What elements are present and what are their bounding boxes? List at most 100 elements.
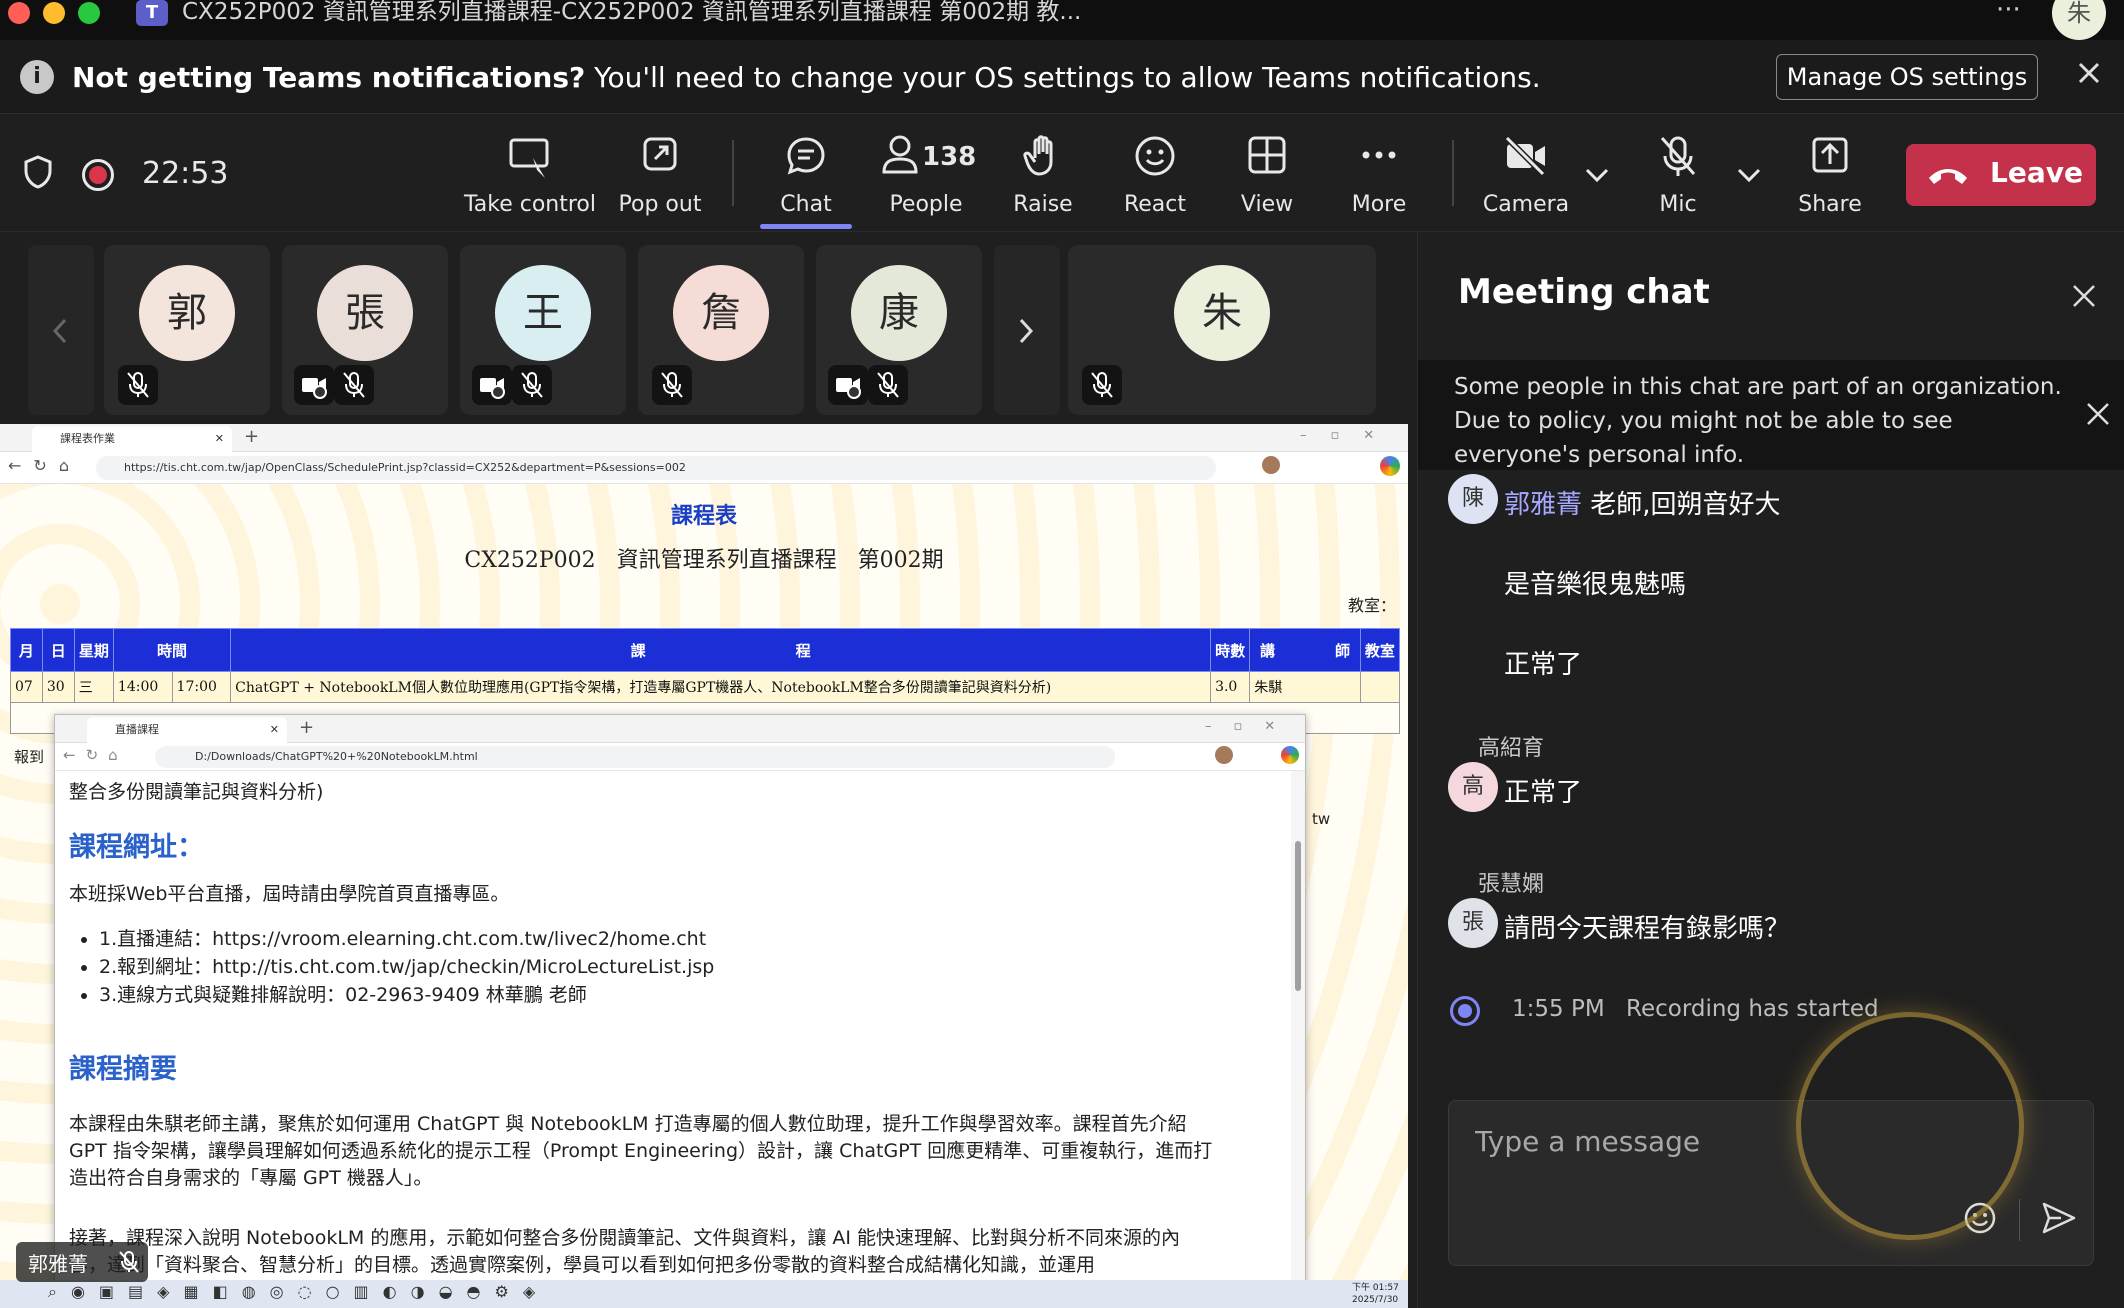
shield-icon[interactable] <box>22 154 54 194</box>
camera-button[interactable]: Camera <box>1476 134 1576 224</box>
participant-tile[interactable]: 康 <box>816 245 982 415</box>
take-control-button[interactable]: Take control <box>460 134 600 224</box>
maximize-window-button[interactable] <box>78 2 100 24</box>
copilot-icon[interactable] <box>1380 456 1400 476</box>
chat-button[interactable]: Chat <box>756 134 856 224</box>
inner-nav-icons[interactable]: ←↻⌂ <box>63 746 128 764</box>
chevron-right-icon <box>1019 318 1034 344</box>
speaker-name: 郭雅菁 <box>28 1252 88 1276</box>
table-cell: 14:00 <box>112 671 173 703</box>
sender-name[interactable]: 郭雅菁 <box>1504 490 1582 520</box>
copilot-icon[interactable] <box>1281 746 1299 764</box>
participant-tile[interactable]: 詹 <box>638 245 804 415</box>
participant-tile[interactable]: 張 <box>282 245 448 415</box>
inner-tab-title: 直播課程 <box>115 723 159 736</box>
browser-tab-title: 課程表作業 <box>60 432 115 445</box>
pop-out-button[interactable]: Pop out <box>610 134 710 224</box>
participant-tile[interactable]: 王 <box>460 245 626 415</box>
more-label: More <box>1351 192 1407 217</box>
scrollbar-thumb[interactable] <box>1295 841 1301 991</box>
summary-line-3: 造出符合自身需求的「專屬 GPT 機器人」。 <box>69 1167 433 1189</box>
pop-out-label: Pop out <box>618 192 702 217</box>
participants-prev-button[interactable] <box>28 245 94 415</box>
chat-message-text: 正常了 <box>1504 650 1583 680</box>
camera-options-chevron-down-icon[interactable] <box>1584 166 1610 188</box>
avatar: 康 <box>851 265 947 361</box>
table-cell: ChatGPT + NotebookLM個人數位助理應用(GPT指令架構，打造專… <box>230 671 1212 703</box>
table-header: 時數 <box>1210 628 1251 672</box>
inner-scrollbar[interactable] <box>1291 771 1305 1287</box>
avatar[interactable]: 高 <box>1448 762 1498 812</box>
leave-button[interactable]: Leave <box>1906 144 2096 206</box>
inner-url[interactable]: D:/Downloads/ChatGPT%20+%20NotebookLM.ht… <box>155 746 1115 768</box>
table-cell: 三 <box>73 671 114 703</box>
raise-label: Raise <box>1013 192 1073 217</box>
tab-close-icon[interactable]: ✕ <box>270 717 279 743</box>
system-message-text: Recording has started <box>1626 996 1879 1022</box>
people-button[interactable]: 138 People <box>866 134 986 224</box>
table-header: 課 程 <box>230 628 1212 672</box>
browser-nav-icons[interactable]: ←↻⌂ <box>8 456 81 475</box>
avatar[interactable]: 張 <box>1448 898 1498 948</box>
close-window-button[interactable] <box>8 2 30 24</box>
share-icon <box>1812 137 1848 173</box>
tab-close-icon[interactable]: ✕ <box>215 426 224 452</box>
send-icon[interactable] <box>2041 1201 2077 1239</box>
new-tab-icon[interactable]: + <box>244 426 259 447</box>
table-cell: 30 <box>41 671 75 703</box>
sender-name: 張慧嫻 <box>1478 872 1545 897</box>
summary-line-1: 本課程由朱騏老師主講，聚焦於如何運用 ChatGPT 與 NotebookLM … <box>69 1113 1187 1135</box>
browser-profile-icon[interactable] <box>1215 746 1233 764</box>
meeting-toolbar: 22:53 Take control Pop out Chat 138 Peop… <box>0 114 2124 232</box>
inner-browser-tab[interactable]: 直播課程 ✕ <box>87 717 287 743</box>
close-policy-icon[interactable] <box>2084 400 2112 432</box>
summary-line-5: 容，達到「資料聚合、智慧分析」的目標。透過實際案例，學員可以看到如何把多份零散的… <box>69 1254 1096 1276</box>
chat-message-text: 正常了 <box>1504 778 1583 808</box>
meeting-chat-panel: Meeting chat Some people in this chat ar… <box>1417 232 2124 1308</box>
browser-tab[interactable]: 課程表作業 ✕ <box>32 426 232 452</box>
window-controls[interactable]: –▫✕ <box>1300 428 1398 443</box>
chat-message-text: 是音樂很鬼魅嗎 <box>1504 570 1687 600</box>
participant-tile[interactable]: 郭 <box>104 245 270 415</box>
schedule-header-row: 月日星期 時間課 程時數講 師教室 <box>10 628 1401 672</box>
manage-os-settings-button[interactable]: Manage OS settings <box>1776 54 2038 100</box>
mic-muted-icon <box>1660 136 1696 176</box>
react-button[interactable]: React <box>1110 134 1200 224</box>
more-button[interactable]: More <box>1334 134 1424 224</box>
more-options-icon[interactable]: ··· <box>1996 0 2021 23</box>
toolbar-divider <box>732 140 734 206</box>
raise-hand-button[interactable]: Raise <box>1000 134 1086 224</box>
camera-off-icon <box>294 365 334 405</box>
tw-label: tw <box>1312 810 1331 828</box>
people-label: People <box>889 192 963 217</box>
participant-tile[interactable]: 朱 <box>1068 245 1376 415</box>
camera-off-icon <box>1504 135 1546 177</box>
mic-button[interactable]: Mic <box>1628 134 1728 224</box>
minimize-window-button[interactable] <box>43 2 65 24</box>
browser-profile-icon[interactable] <box>1262 456 1280 474</box>
chat-title: Meeting chat <box>1458 272 1710 312</box>
mic-options-chevron-down-icon[interactable] <box>1736 166 1762 188</box>
mic-muted-icon <box>118 365 158 405</box>
mic-muted-icon <box>652 365 692 405</box>
close-chat-icon[interactable] <box>2070 282 2098 314</box>
list-item[interactable]: 2.報到網址：http://tis.cht.com.tw/jap/checkin… <box>99 953 714 981</box>
new-tab-icon[interactable]: + <box>299 717 314 738</box>
compose-divider <box>2019 1199 2020 1241</box>
summary-line-4: 接著，課程深入說明 NotebookLM 的應用，示範如何整合多份閱讀筆記、文件… <box>69 1227 1181 1249</box>
view-button[interactable]: View <box>1222 134 1312 224</box>
speaker-name-tag: 郭雅菁 <box>16 1242 148 1282</box>
mic-muted-icon <box>334 365 374 405</box>
profile-avatar[interactable]: 朱 <box>2052 0 2106 40</box>
taskbar-app-icons[interactable]: ⌕◉▣▤◈▦◧◍◎◌○▥◐◑◒◓⚙◈ <box>48 1282 549 1302</box>
summary-line-2: GPT 指令架構，讓學員理解如何透過系統化的提示工程（Prompt Engine… <box>69 1140 1213 1162</box>
browser-url[interactable]: https://tis.cht.com.tw/jap/OpenClass/Sch… <box>96 456 1216 480</box>
mic-muted-icon <box>1082 365 1122 405</box>
close-icon[interactable] <box>2072 56 2106 90</box>
avatar[interactable]: 陳 <box>1448 474 1498 524</box>
list-item[interactable]: 1.直播連結：https://vroom.elearning.cht.com.t… <box>99 925 714 953</box>
participants-next-button[interactable] <box>994 245 1060 415</box>
inner-window-controls[interactable]: –▫✕ <box>1205 719 1297 734</box>
chat-label: Chat <box>780 192 832 217</box>
share-button[interactable]: Share <box>1780 134 1880 224</box>
